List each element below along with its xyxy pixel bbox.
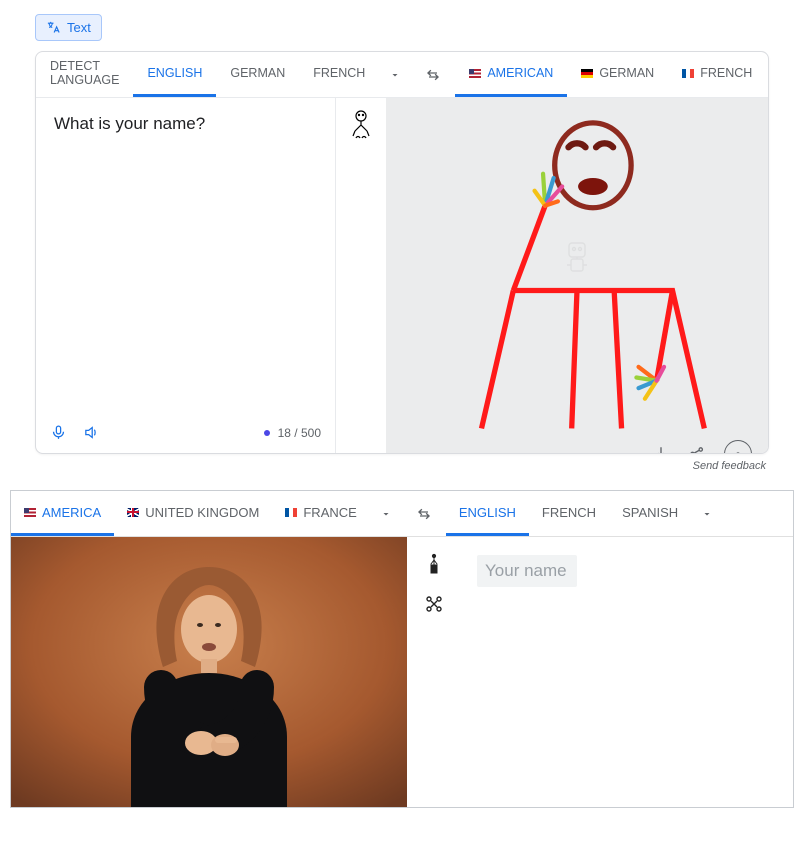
translate-icon — [46, 20, 61, 35]
download-icon[interactable] — [652, 445, 670, 454]
fullscreen-icon[interactable] — [724, 440, 752, 454]
char-count: 18 / 500 — [278, 426, 321, 440]
tab2-uk[interactable]: UNITED KINGDOM — [114, 491, 272, 536]
target2-more-icon[interactable] — [691, 508, 723, 520]
sign-video-input[interactable] — [11, 537, 407, 807]
center-controls-2 — [407, 537, 461, 807]
flag-fr-icon — [285, 508, 297, 517]
swap-languages-icon[interactable] — [411, 67, 455, 83]
text-to-sign-panel: Text DETECT LANGUAGE ENGLISH GERMAN FREN… — [0, 0, 804, 472]
tab-target-german[interactable]: GERMAN — [567, 52, 668, 97]
sign-to-text-panel: AMERICA UNITED KINGDOM FRANCE ENGLISH FR… — [10, 490, 794, 808]
mode-text-chip[interactable]: Text — [35, 14, 102, 41]
target-more-icon[interactable] — [766, 69, 769, 81]
tab-american[interactable]: AMERICAN — [455, 52, 567, 97]
tab-english[interactable]: ENGLISH — [133, 52, 216, 97]
avatar-controls-column — [336, 98, 386, 453]
tab2-french[interactable]: FRENCH — [529, 491, 609, 536]
flag-uk-icon — [127, 508, 139, 517]
share-icon[interactable] — [688, 445, 706, 454]
text-input-column: What is your name? — [36, 98, 336, 453]
translate-card: DETECT LANGUAGE ENGLISH GERMAN FRENCH AM… — [35, 51, 769, 454]
tab2-america[interactable]: AMERICA — [11, 491, 114, 536]
tab2-english[interactable]: ENGLISH — [446, 491, 529, 536]
tab2-spanish[interactable]: SPANISH — [609, 491, 691, 536]
send-feedback-link[interactable]: Send feedback — [10, 460, 766, 472]
swap-languages-2-icon[interactable] — [402, 506, 446, 522]
sign-output-column — [386, 98, 768, 453]
language-bar-2: AMERICA UNITED KINGDOM FRANCE ENGLISH FR… — [11, 491, 793, 537]
tab-detect-language[interactable]: DETECT LANGUAGE — [36, 52, 133, 97]
tab-french[interactable]: FRENCH — [299, 52, 379, 97]
text-output-column: Your name — [461, 537, 793, 807]
stick-figure-icon[interactable] — [348, 110, 374, 150]
card-body: What is your name? — [36, 98, 768, 453]
sign-avatar-canvas — [386, 98, 768, 430]
tab2-france[interactable]: FRANCE — [272, 491, 369, 536]
source2-more-icon[interactable] — [370, 508, 402, 520]
language-bar: DETECT LANGUAGE ENGLISH GERMAN FRENCH AM… — [36, 52, 768, 98]
flag-us-icon — [24, 508, 36, 517]
sign-figure — [386, 98, 768, 430]
microphone-icon[interactable] — [50, 424, 67, 441]
tab-target-french[interactable]: FRENCH — [668, 52, 766, 97]
person-pose-icon[interactable] — [424, 553, 444, 579]
mode-text-label: Text — [67, 20, 91, 35]
flag-fr-icon — [682, 69, 694, 78]
flag-de-icon — [581, 69, 593, 78]
flag-us-icon — [469, 69, 481, 78]
tab-german[interactable]: GERMAN — [216, 52, 299, 97]
output-text: Your name — [477, 555, 577, 587]
speaker-icon[interactable] — [83, 424, 100, 441]
skeleton-pose-icon[interactable] — [423, 593, 445, 615]
status-dot-icon — [264, 430, 270, 436]
source-text-input[interactable]: What is your name? — [36, 98, 335, 416]
source-more-icon[interactable] — [379, 69, 411, 81]
